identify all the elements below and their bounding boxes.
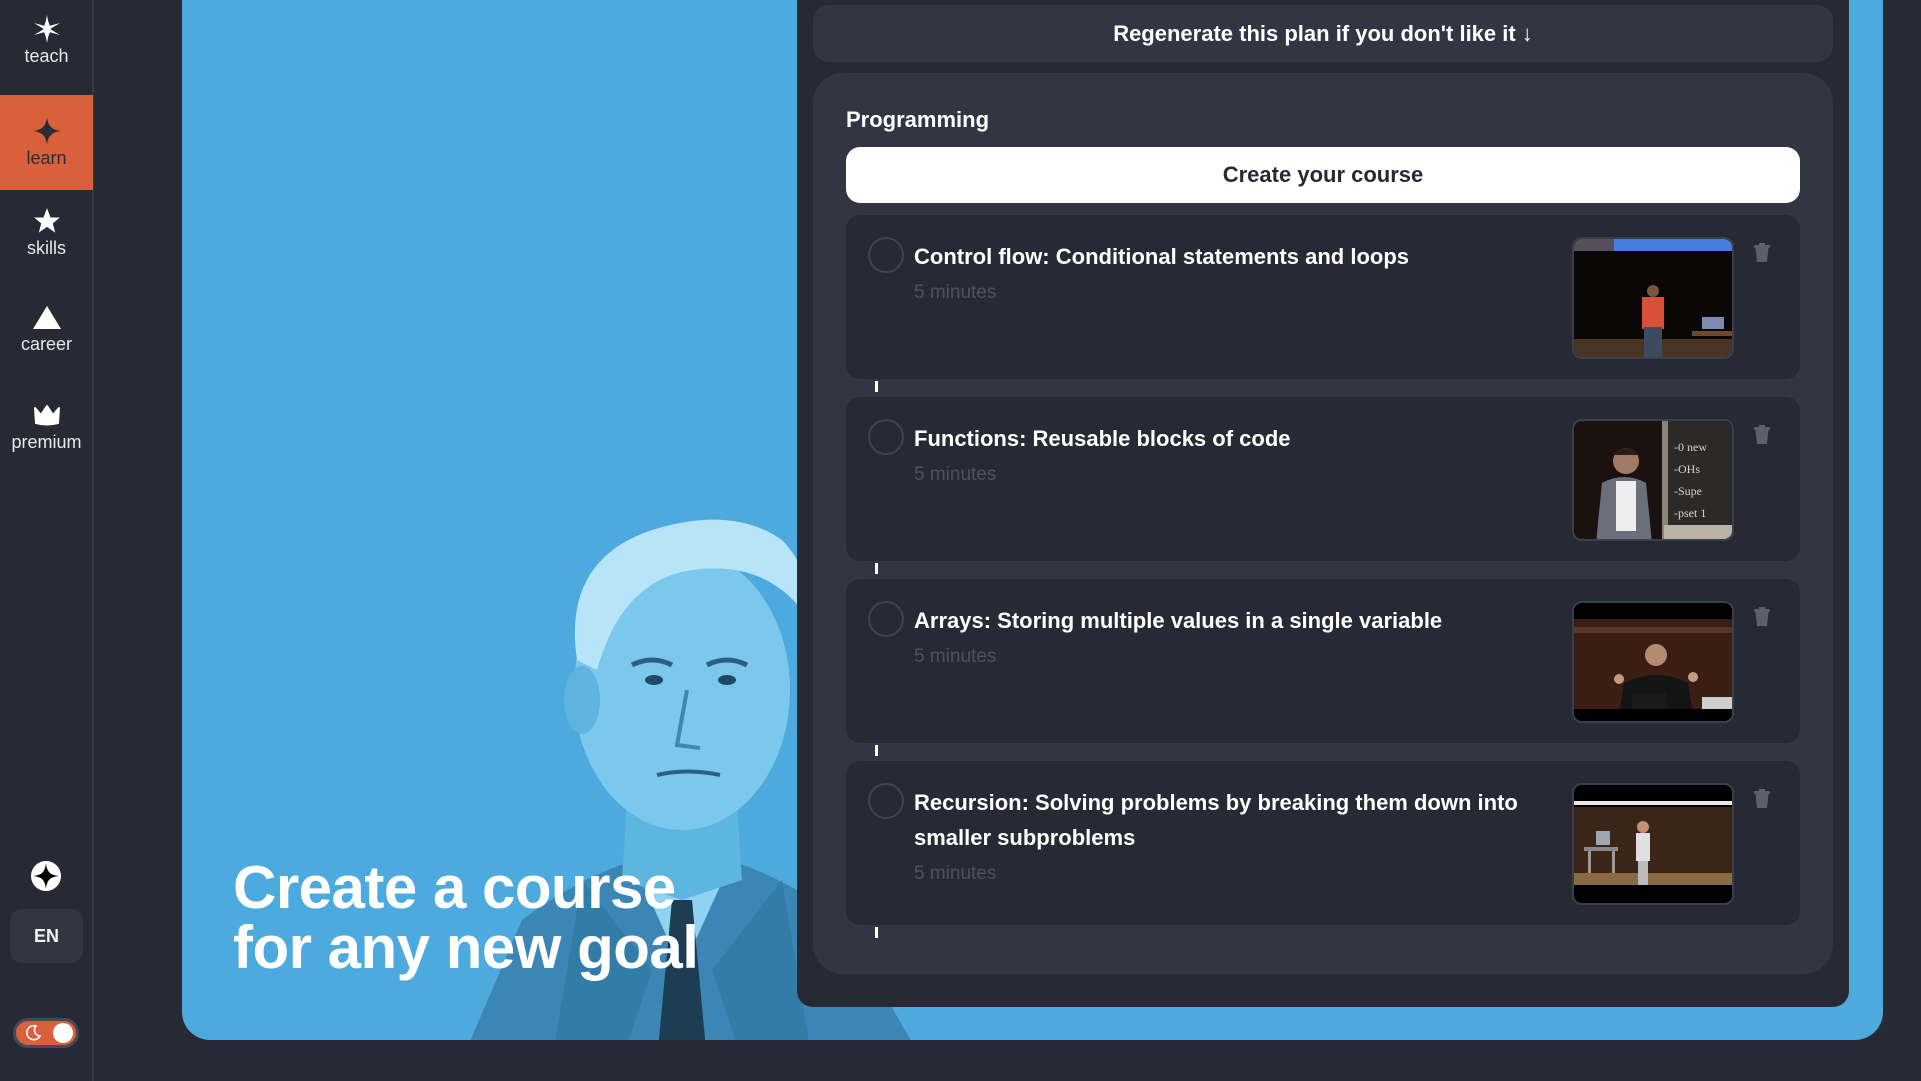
lesson-checkbox[interactable] [868,601,904,637]
sidebar-item-teach[interactable]: teach [0,14,93,94]
timeline-tick [875,745,878,756]
sidebar-item-learn[interactable]: learn [0,95,93,190]
lesson-duration: 5 minutes [914,282,997,303]
triangle-icon [32,302,62,332]
sidebar-item-label: teach [24,46,69,66]
course-plan-panel: Regenerate this plan if you don't like i… [797,0,1849,1007]
sidebar-item-label: career [20,334,73,354]
svg-text:-OHs: -OHs [1674,462,1700,476]
plan-container: Programming Create your course Control f… [813,73,1833,974]
timeline-tick [875,563,878,574]
crown-icon [33,400,61,430]
lesson-duration: 5 minutes [914,646,997,667]
lesson-thumbnail[interactable] [1572,237,1734,359]
lesson-thumbnail[interactable] [1572,601,1734,723]
lesson-card[interactable]: Control flow: Conditional statements and… [846,215,1800,379]
theme-toggle[interactable] [13,1018,79,1048]
create-course-button[interactable]: Create your course [846,147,1800,203]
lesson-checkbox[interactable] [868,419,904,455]
lesson-title: Control flow: Conditional statements and… [914,244,1409,269]
delete-lesson-icon[interactable] [1754,243,1770,267]
delete-lesson-icon[interactable] [1754,425,1770,449]
sidebar-item-premium[interactable]: premium [0,400,93,470]
toggle-knob [53,1023,73,1043]
lesson-card[interactable]: Functions: Reusable blocks of code 5 min… [846,397,1800,561]
hero-heading-line1: Create a course [233,854,676,921]
sidebar-item-career[interactable]: career [0,302,93,372]
svg-text:-pset 1: -pset 1 [1674,506,1706,520]
sidebar-item-label: skills [27,238,66,258]
sidebar: teach learn skills career premium EN [0,0,94,1081]
lesson-title: Recursion: Solving problems by breaking … [914,790,1518,850]
timeline-tick [875,927,878,938]
regenerate-plan-button[interactable]: Regenerate this plan if you don't like i… [813,5,1833,62]
sparkle-burst-icon [33,14,61,44]
delete-lesson-icon[interactable] [1754,789,1770,813]
sidebar-item-label: premium [11,432,82,452]
lesson-checkbox[interactable] [868,783,904,819]
hero-heading: Create a course for any new goal [233,858,699,981]
lesson-card[interactable]: Arrays: Storing multiple values in a sin… [846,579,1800,743]
moon-icon [24,1024,42,1047]
sidebar-item-skills[interactable]: skills [0,206,93,276]
timeline-tick [875,381,878,392]
lesson-checkbox[interactable] [868,237,904,273]
lesson-duration: 5 minutes [914,863,997,884]
svg-text:-Supe: -Supe [1674,484,1702,498]
four-point-star-icon [32,116,61,146]
star-icon [33,206,61,236]
lesson-thumbnail[interactable]: -0 new -OHs -Supe -pset 1 [1572,419,1734,541]
lesson-card[interactable]: Recursion: Solving problems by breaking … [846,761,1800,925]
language-button[interactable]: EN [10,909,83,963]
delete-lesson-icon[interactable] [1754,607,1770,631]
logo-star-icon[interactable] [30,860,62,892]
lesson-title: Arrays: Storing multiple values in a sin… [914,608,1443,633]
lesson-title: Functions: Reusable blocks of code [914,426,1291,451]
lesson-thumbnail[interactable] [1572,783,1734,905]
svg-text:-0 new: -0 new [1674,440,1707,454]
app-page: teach learn skills career premium EN Cre… [0,0,1921,1081]
lesson-duration: 5 minutes [914,464,997,485]
hero-heading-line2: for any new goal [233,914,699,981]
sidebar-item-label: learn [26,148,67,168]
topic-title: Programming [846,107,990,132]
